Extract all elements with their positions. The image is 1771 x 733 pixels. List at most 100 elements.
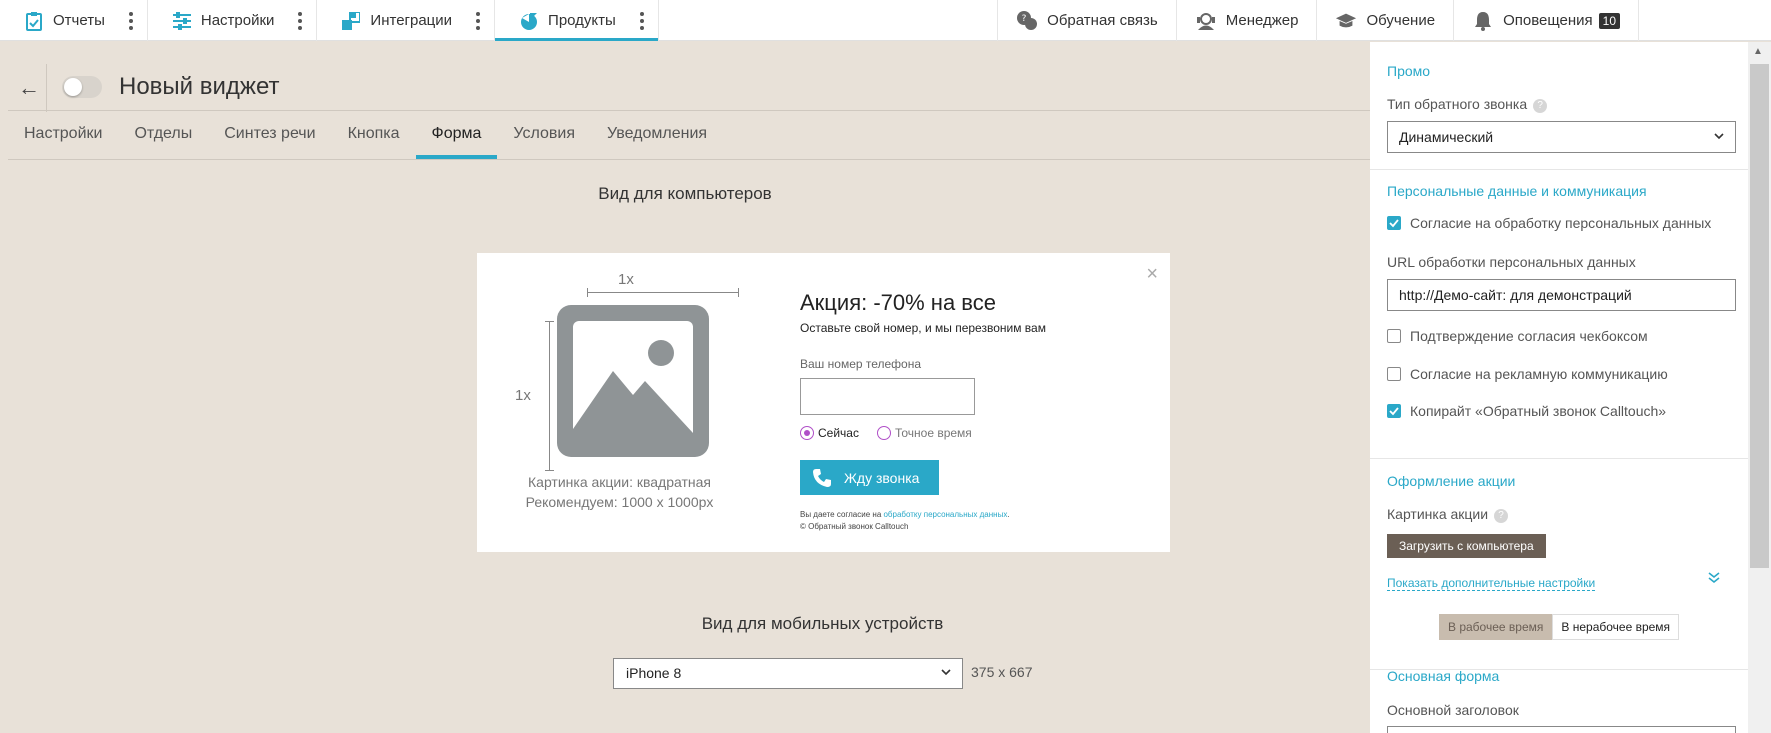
promo-image-area: 1x 1x <box>515 269 739 471</box>
bell-icon <box>1472 10 1494 32</box>
notifications-link[interactable]: Оповещения 10 <box>1453 0 1639 41</box>
dimension-line <box>587 288 739 297</box>
device-select[interactable]: iPhone 8 <box>613 658 963 689</box>
nav-tab-products[interactable]: Продукты <box>495 0 659 41</box>
url-label: URL обработки персональных данных <box>1387 254 1636 270</box>
checkbox-checked[interactable] <box>1387 216 1401 230</box>
scroll-up-icon[interactable]: ▲ <box>1753 46 1763 57</box>
radio-now-label: Сейчас <box>818 426 859 440</box>
manager-icon <box>1195 10 1217 32</box>
nav-tab-integrations[interactable]: Интеграции <box>317 0 496 41</box>
desktop-view-heading: Вид для компьютеров <box>598 184 772 203</box>
checkbox-checked[interactable] <box>1387 404 1401 418</box>
consent-link[interactable]: обработку персональных данных <box>883 510 1007 519</box>
more-icon[interactable] <box>476 11 481 30</box>
checkbox-ads[interactable]: Согласие на рекламную коммуникацию <box>1387 366 1668 382</box>
promo-image-text: Картинка акции <box>1387 506 1489 522</box>
section-promo: Промо <box>1387 63 1431 79</box>
back-button[interactable]: ← <box>18 75 40 101</box>
checkbox-personal-data[interactable]: Согласие на обработку персональных данны… <box>1387 215 1711 231</box>
dimension-label: 1x <box>515 387 531 404</box>
callback-type-label: Тип обратного звонка? <box>1387 96 1548 113</box>
learning-link[interactable]: Обучение <box>1316 0 1453 41</box>
callback-type-value: Динамический <box>1399 129 1494 145</box>
segment-work-time[interactable]: В рабочее время <box>1439 614 1553 640</box>
feedback-link[interactable]: ? Обратная связь <box>997 0 1176 41</box>
feedback-icon: ? <box>1016 10 1038 32</box>
help-icon[interactable]: ? <box>1494 509 1509 523</box>
section-personal: Персональные данные и коммуникация <box>1387 183 1647 199</box>
callback-type-select[interactable]: Динамический <box>1387 121 1736 153</box>
top-navigation: Отчеты Настройки Интеграции Продукты ? О… <box>0 0 1771 41</box>
device-size: 375 x 667 <box>971 664 1033 680</box>
image-caption: Картинка акции: квадратная Рекомендуем: … <box>517 472 722 512</box>
show-more-link[interactable]: Показать дополнительные настройки <box>1387 576 1596 591</box>
checkbox-label: Копирайт «Обратный звонок Calltouch» <box>1410 403 1667 419</box>
consent-prefix: Вы даете согласие на <box>800 510 884 519</box>
dimension-line <box>545 321 554 471</box>
checkbox-unchecked[interactable] <box>1387 367 1401 381</box>
promo-title: Акция: -70% на все <box>800 290 996 315</box>
scrollbar-thumb[interactable] <box>1750 64 1769 568</box>
more-icon[interactable] <box>639 11 644 30</box>
checkbox-unchecked[interactable] <box>1387 329 1401 343</box>
phone-input[interactable] <box>800 378 975 415</box>
chevron-down-icon <box>1713 129 1725 145</box>
subtab-form[interactable]: Форма <box>415 111 498 159</box>
checkbox-copyright[interactable]: Копирайт «Обратный звонок Calltouch» <box>1387 403 1666 419</box>
help-icon[interactable]: ? <box>1533 99 1548 113</box>
graduation-cap-icon <box>1335 10 1357 32</box>
call-button[interactable]: Жду звонка <box>800 460 939 495</box>
checkbox-label: Согласие на обработку персональных данны… <box>1410 215 1712 231</box>
notifications-badge: 10 <box>1598 12 1620 29</box>
dimension-label: 1x <box>618 271 634 288</box>
radio-exact-label: Точное время <box>894 426 972 440</box>
radio-now[interactable] <box>800 426 814 440</box>
widget-subtabs: Настройки Отделы Синтез речи Кнопка Форм… <box>8 111 723 159</box>
divider <box>46 64 47 112</box>
segment-off-time[interactable]: В нерабочее время <box>1552 614 1680 640</box>
integration-icon <box>341 11 361 31</box>
feedback-label: Обратная связь <box>1047 12 1158 29</box>
divider <box>1370 458 1748 459</box>
checkbox-confirm[interactable]: Подтверждение согласия чекбоксом <box>1387 328 1648 344</box>
nav-tab-label: Интеграции <box>370 12 453 29</box>
nav-tab-label: Отчеты <box>53 12 105 29</box>
subtab-speech-synthesis[interactable]: Синтез речи <box>208 111 331 159</box>
consent-suffix: . <box>1007 510 1010 519</box>
products-icon <box>519 11 539 31</box>
notifications-label: Оповещения <box>1503 12 1593 29</box>
time-segment: В рабочее время В нерабочее время <box>1439 614 1680 640</box>
subtab-departments[interactable]: Отделы <box>118 111 208 159</box>
widget-toggle[interactable] <box>62 76 102 98</box>
checkbox-label: Согласие на рекламную коммуникацию <box>1410 366 1668 382</box>
subtab-settings[interactable]: Настройки <box>8 111 118 159</box>
double-chevron-down-icon[interactable] <box>1707 570 1721 589</box>
promo-subtitle: Оставьте свой номер, и мы перезвоним вам <box>800 321 1046 335</box>
copyright-text: © Обратный звонок Calltouch <box>800 522 909 531</box>
more-icon[interactable] <box>298 11 303 30</box>
phone-label: Ваш номер телефона <box>800 357 922 371</box>
manager-link[interactable]: Менеджер <box>1175 0 1317 41</box>
nav-tab-reports[interactable]: Отчеты <box>0 0 148 41</box>
chevron-down-icon <box>940 665 952 681</box>
nav-tab-settings[interactable]: Настройки <box>148 0 318 41</box>
image-placeholder-icon[interactable] <box>557 305 709 457</box>
upload-button[interactable]: Загрузить с компьютера <box>1387 534 1546 558</box>
subtab-conditions[interactable]: Условия <box>497 111 591 159</box>
more-icon[interactable] <box>128 11 133 30</box>
manager-label: Менеджер <box>1225 12 1299 29</box>
checkbox-label: Подтверждение согласия чекбоксом <box>1410 328 1648 344</box>
url-input[interactable]: http://Демо-сайт: для демонстраций <box>1387 279 1736 311</box>
radio-exact-time[interactable] <box>876 426 891 440</box>
clipboard-icon <box>24 11 44 31</box>
nav-tab-label: Настройки <box>200 12 275 29</box>
promo-image-label: Картинка акции? <box>1387 506 1509 523</box>
subtab-button[interactable]: Кнопка <box>332 111 416 159</box>
subtab-notifications[interactable]: Уведомления <box>591 111 723 159</box>
page-title: Новый виджет <box>119 73 280 100</box>
nav-tab-label: Продукты <box>548 12 616 29</box>
main-heading-input[interactable] <box>1387 726 1736 733</box>
sliders-icon <box>172 11 192 31</box>
close-icon[interactable]: × <box>1146 263 1158 286</box>
